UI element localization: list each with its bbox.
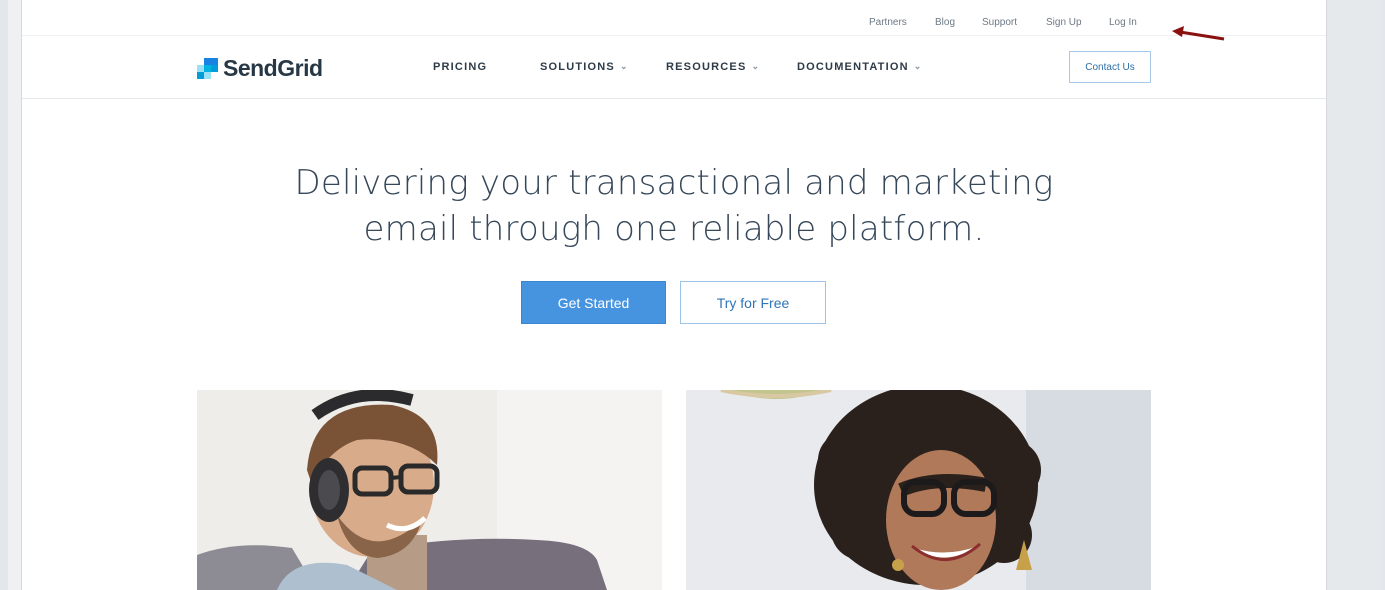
nav-documentation[interactable]: DOCUMENTATION ⌄ [797,61,923,73]
get-started-button[interactable]: Get Started [521,281,666,324]
hero-title-line-2: email through one reliable platform. [363,209,985,249]
sendgrid-logo[interactable]: SendGrid [197,54,323,81]
man-headphones-illustration [197,390,662,590]
photo-smiling-woman [686,390,1151,590]
arrow-annotation-icon [1172,26,1225,41]
utility-link-support[interactable]: Support [982,17,1017,28]
chevron-down-icon: ⌄ [619,61,629,71]
chevron-down-icon: ⌄ [751,61,761,71]
smiling-woman-illustration [686,390,1151,590]
nav-resources-label: RESOURCES [666,61,747,73]
hero-title: Delivering your transactional and market… [174,160,1174,252]
utility-link-sign-up[interactable]: Sign Up [1046,17,1082,28]
right-scrollbar[interactable] [1326,0,1382,590]
nav-pricing[interactable]: PRICING [433,61,487,73]
main-nav: SendGrid PRICING SOLUTIONS ⌄ RESOURCES ⌄ D… [22,36,1326,99]
chevron-down-icon: ⌄ [913,61,923,71]
try-for-free-button[interactable]: Try for Free [680,281,826,324]
nav-solutions[interactable]: SOLUTIONS ⌄ [540,61,629,73]
web-page: Partners Blog Support Sign Up Log In Sen… [22,10,1326,590]
contact-us-button[interactable]: Contact Us [1069,51,1151,83]
left-scroll-gutter [8,0,22,590]
nav-resources[interactable]: RESOURCES ⌄ [666,61,760,73]
logo-mark-icon [197,58,218,79]
nav-pricing-label: PRICING [433,61,488,73]
nav-documentation-label: DOCUMENTATION [797,61,909,73]
utility-link-log-in[interactable]: Log In [1109,17,1137,28]
logo-text: SendGrid [223,54,323,81]
utility-link-partners[interactable]: Partners [869,17,907,28]
nav-solutions-label: SOLUTIONS [540,61,615,73]
utility-bar: Partners Blog Support Sign Up Log In [22,10,1326,36]
utility-link-blog[interactable]: Blog [935,17,955,28]
photo-man-with-headphones [197,390,662,590]
hero-title-line-1: Delivering your transactional and market… [294,163,1054,203]
